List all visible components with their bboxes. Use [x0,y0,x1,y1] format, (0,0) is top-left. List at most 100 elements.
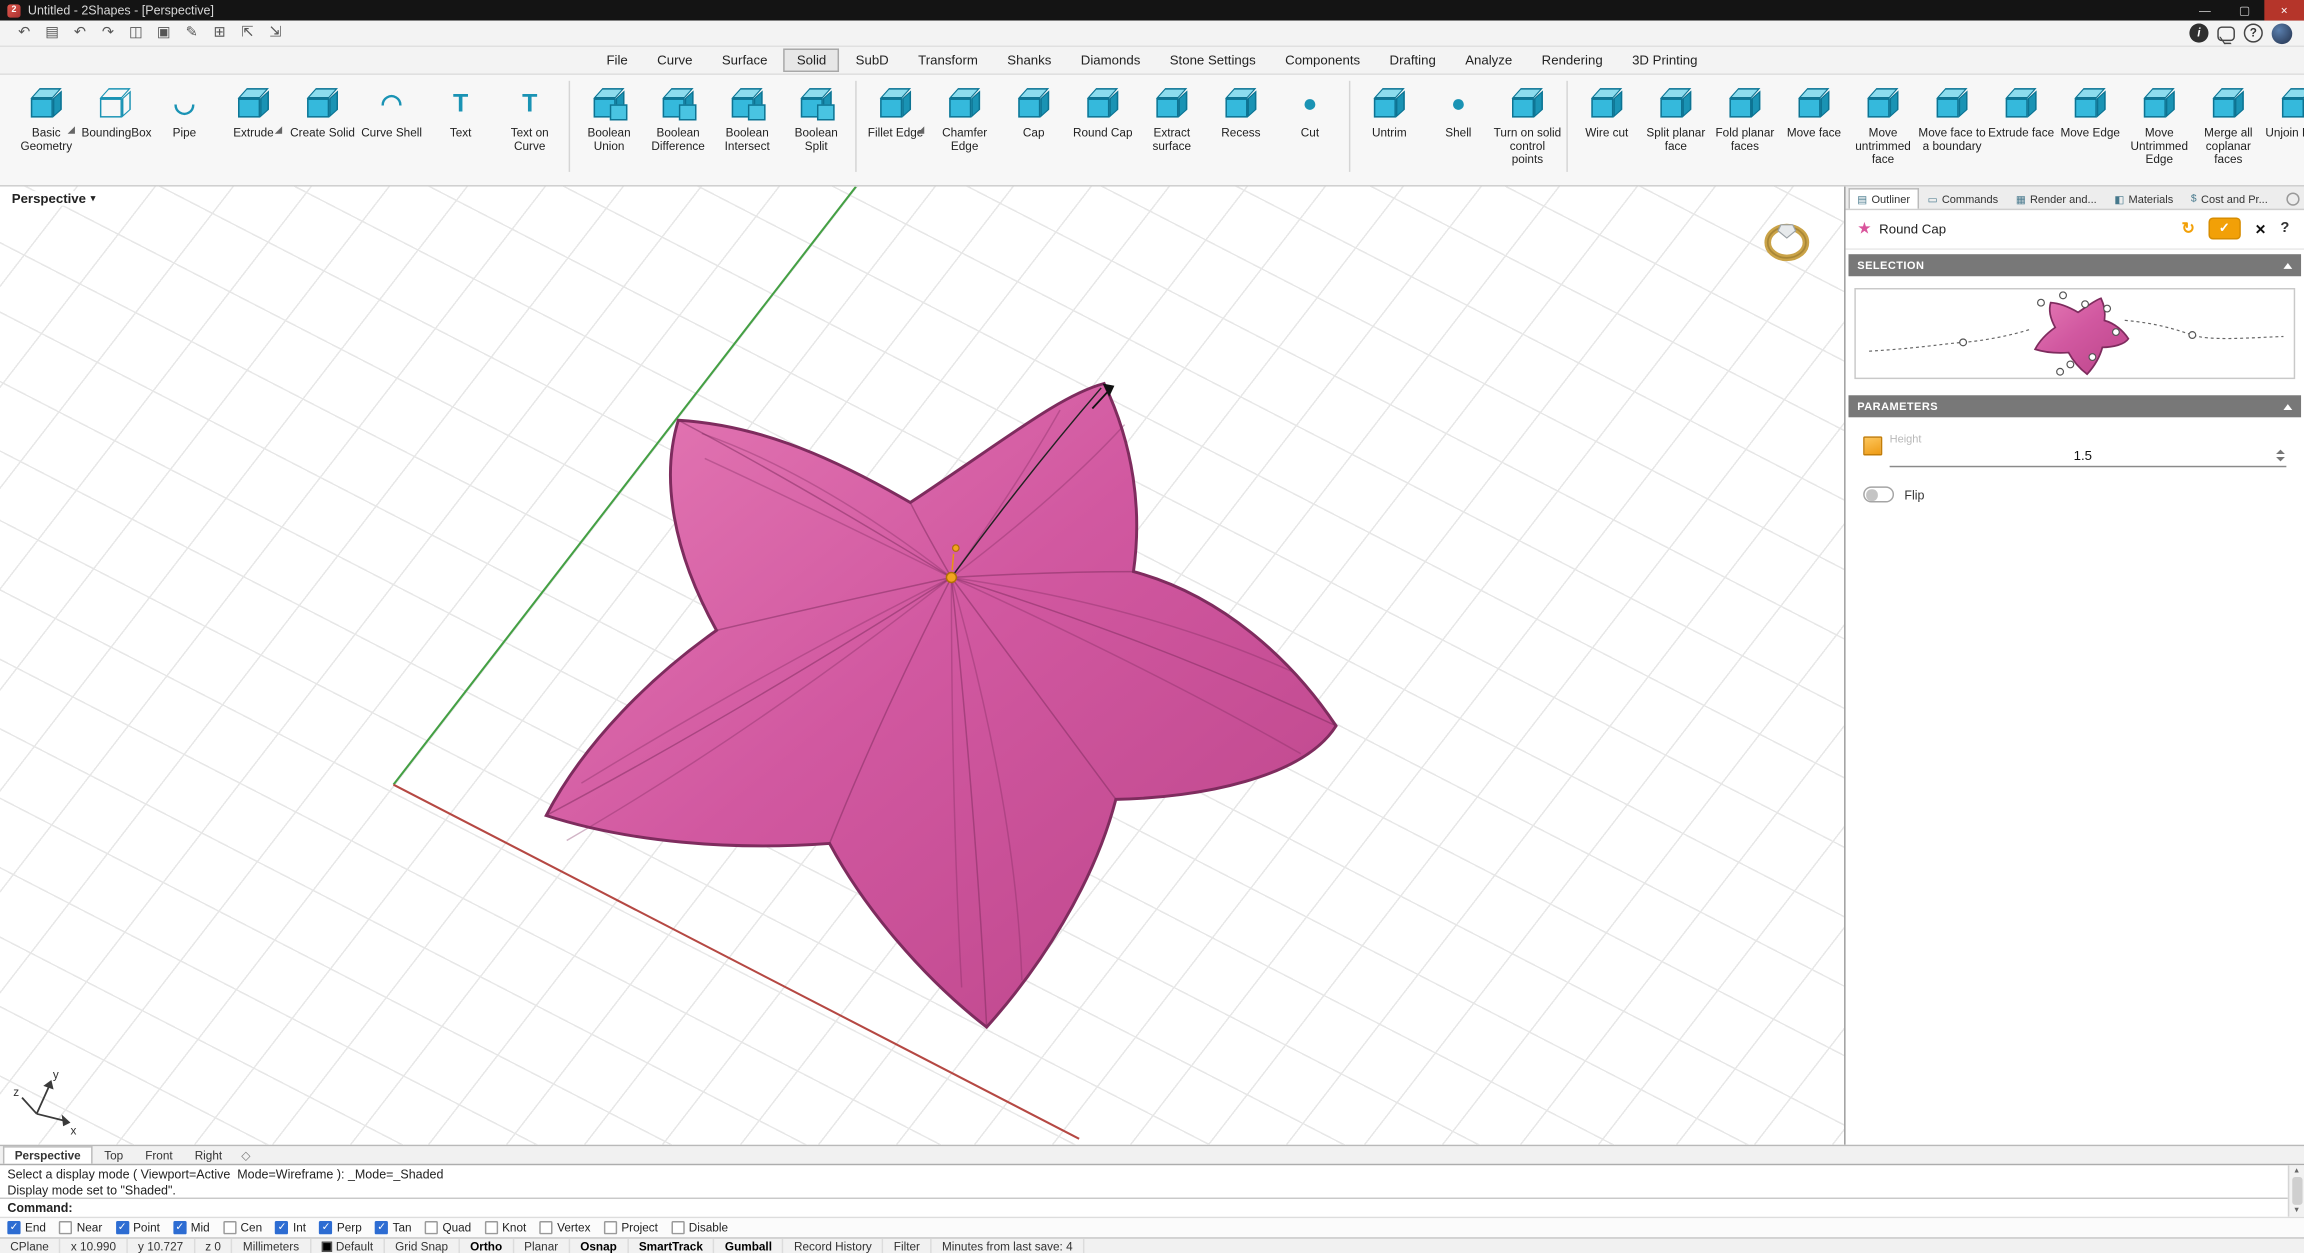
ribbon-tool-button[interactable]: Merge all coplanar faces [2194,78,2263,167]
quickbar-button[interactable]: ▤ [40,22,65,44]
statusbar-item[interactable]: Osnap [570,1239,629,1253]
quickbar-button[interactable]: ↶ [12,22,37,44]
osnap-toggle[interactable]: Perp [319,1221,361,1234]
menu-tab[interactable]: Stone Settings [1157,48,1269,72]
statusbar-item[interactable]: SmartTrack [629,1239,715,1253]
height-input[interactable]: 1.5 [1890,445,2287,467]
ribbon-tool-button[interactable]: Extract surface [1137,78,1206,153]
menu-tab[interactable]: Rendering [1528,48,1615,72]
osnap-checkbox[interactable] [59,1221,72,1234]
refresh-preview-button[interactable]: ↻ [2182,219,2196,238]
menu-tab[interactable]: File [593,48,641,72]
viewport-tab[interactable]: Front [135,1146,183,1164]
menu-tab[interactable]: Analyze [1452,48,1526,72]
statusbar-item[interactable]: Minutes from last save: 4 [932,1239,1085,1253]
quickbar-button[interactable]: ⇲ [263,22,288,44]
ribbon-tool-button[interactable]: T Text [426,78,495,140]
ribbon-tool-button[interactable] [1349,81,1350,172]
flip-toggle[interactable] [1863,486,1894,502]
ribbon-tool-button[interactable]: Fillet Edge [861,78,930,140]
ribbon-tool-button[interactable]: Unjoin Edge [2263,78,2304,140]
ribbon-tool-button[interactable]: Turn on solid control points [1493,78,1562,167]
osnap-toggle[interactable]: Vertex [539,1221,590,1234]
maximize-button[interactable]: ▢ [2225,0,2265,21]
quickbar-button[interactable]: ✎ [179,22,204,44]
osnap-checkbox[interactable] [604,1221,617,1234]
menu-tab[interactable]: Drafting [1376,48,1449,72]
height-stepper[interactable] [2276,450,2286,462]
scroll-up-icon[interactable]: ▲ [2293,1167,2300,1176]
osnap-checkbox[interactable] [173,1221,186,1234]
osnap-checkbox[interactable] [115,1221,128,1234]
ribbon-tool-button[interactable]: Untrim [1355,78,1424,140]
ribbon-tool-button[interactable]: Recess [1206,78,1275,140]
ribbon-tool-button[interactable]: Move face to a boundary [1918,78,1987,153]
osnap-toggle[interactable]: Point [115,1221,159,1234]
osnap-checkbox[interactable] [223,1221,236,1234]
statusbar-item[interactable]: z 0 [195,1239,233,1253]
ribbon-tool-button[interactable] [855,81,856,172]
osnap-checkbox[interactable] [671,1221,684,1234]
help-icon[interactable]: ? [2244,24,2263,43]
osnap-toggle[interactable]: Project [604,1221,658,1234]
osnap-toggle[interactable]: Tan [375,1221,412,1234]
ribbon-tool-button[interactable]: ● Cut [1275,78,1344,140]
ribbon-tool-button[interactable]: Extrude [219,78,288,140]
ribbon-tool-button[interactable]: Wire cut [1572,78,1641,140]
viewport-tab[interactable]: Right [184,1146,232,1164]
ribbon-tool-button[interactable]: Fold planar faces [1710,78,1779,153]
menu-tab[interactable]: Transform [905,48,991,72]
ribbon-tool-button[interactable]: Create Solid [288,78,357,140]
ribbon-tool-button[interactable]: ◡ Pipe [150,78,219,140]
osnap-checkbox[interactable] [319,1221,332,1234]
osnap-checkbox[interactable] [425,1221,438,1234]
osnap-toggle[interactable]: End [7,1221,46,1234]
ribbon-tool-button[interactable]: ● Shell [1424,78,1493,140]
statusbar-item[interactable]: x 10.990 [61,1239,128,1253]
ribbon-tool-button[interactable]: Boolean Union [575,78,644,153]
statusbar-item[interactable]: Grid Snap [385,1239,460,1253]
osnap-checkbox[interactable] [539,1221,552,1234]
statusbar-item[interactable]: Default [311,1239,385,1253]
ribbon-tool-button[interactable]: Basic Geometry [12,78,81,153]
ribbon-tool-button[interactable]: Boolean Difference [644,78,713,153]
statusbar-item[interactable]: CPlane [0,1239,61,1253]
osnap-toggle[interactable]: Cen [223,1221,262,1234]
height-value[interactable]: 1.5 [1890,448,2276,463]
info-icon[interactable]: i [2189,24,2208,43]
ribbon-tool-button[interactable]: Boolean Split [782,78,851,153]
menu-tab[interactable]: Curve [644,48,706,72]
statusbar-item[interactable]: Ortho [460,1239,514,1253]
osnap-checkbox[interactable] [275,1221,288,1234]
statusbar-item[interactable]: Millimeters [233,1239,311,1253]
osnap-toggle[interactable]: Int [275,1221,306,1234]
ribbon-tool-button[interactable]: Extrude face [1987,78,2056,140]
menu-tab[interactable]: Diamonds [1068,48,1154,72]
statusbar-item[interactable]: Record History [784,1239,884,1253]
menu-tab[interactable]: Components [1272,48,1373,72]
osnap-checkbox[interactable] [484,1221,497,1234]
ribbon-tool-button[interactable]: Split planar face [1641,78,1710,153]
viewport-tab-new-icon[interactable]: ◇ [234,1148,258,1161]
viewport-canvas[interactable]: x y z [0,187,1844,1145]
panel-tabs-overflow-button[interactable] [2286,192,2299,205]
ribbon-tool-button[interactable]: Round Cap [1068,78,1137,140]
scroll-down-icon[interactable]: ▼ [2293,1206,2300,1215]
viewport-tab[interactable]: Perspective [3,1146,93,1164]
quickbar-button[interactable]: ↶ [68,22,93,44]
ribbon-tool-button[interactable] [569,81,570,172]
osnap-toggle[interactable]: Near [59,1221,102,1234]
ribbon-tool-button[interactable]: Cap [999,78,1068,140]
confirm-button[interactable]: ✓ [2208,217,2240,239]
parameters-section-header[interactable]: PARAMETERS [1848,395,2301,417]
quickbar-button[interactable]: ⊞ [207,22,232,44]
user-avatar[interactable] [2272,23,2293,44]
cancel-button[interactable]: × [2255,218,2265,239]
statusbar-item[interactable]: Gumball [715,1239,784,1253]
viewport-perspective[interactable]: Perspective ▾ [0,187,1846,1145]
quickbar-button[interactable]: ▣ [151,22,176,44]
ribbon-tool-button[interactable]: ◠ Curve Shell [357,78,426,140]
osnap-checkbox[interactable] [7,1221,20,1234]
chat-icon[interactable] [2217,26,2235,41]
panel-tab[interactable]: ▤ Outliner [1848,188,1918,209]
